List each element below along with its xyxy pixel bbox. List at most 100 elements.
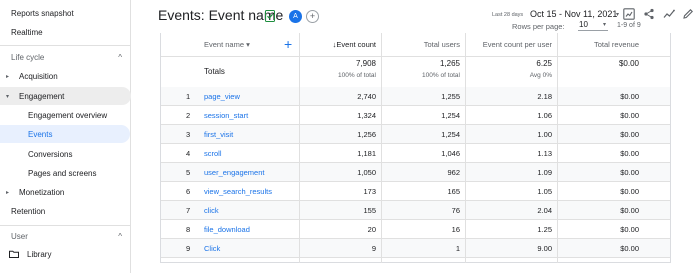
- cell-total-revenue: $0.00: [620, 130, 639, 139]
- cell-total-revenue: $0.00: [620, 168, 639, 177]
- insights-icon[interactable]: [663, 8, 675, 20]
- column-divider: [381, 33, 382, 263]
- cell-event-name-link[interactable]: click: [204, 201, 219, 220]
- cell-row-index: 1: [186, 92, 191, 101]
- cell-total-users: 76: [451, 206, 460, 215]
- cell-total-users: 165: [447, 187, 460, 196]
- chevron-down-icon: ▾: [602, 22, 606, 28]
- cell-row-index: 5: [186, 168, 191, 177]
- column-header-total-revenue[interactable]: Total revenue: [594, 33, 639, 57]
- cell-event-name-link[interactable]: file_download: [204, 220, 250, 239]
- compare-icon[interactable]: [623, 8, 635, 20]
- cell-total-revenue: $0.00: [620, 149, 639, 158]
- check-doc-icon[interactable]: [265, 10, 275, 22]
- sidebar-item-monetization[interactable]: ▸ Monetization: [0, 183, 131, 201]
- add-dimension-button[interactable]: +: [284, 36, 292, 52]
- sidebar-item-label: Events: [28, 129, 53, 139]
- edit-icon[interactable]: [682, 8, 694, 20]
- cell-per-user: 1.25: [537, 225, 552, 234]
- cell-row-index: 2: [186, 111, 191, 120]
- sidebar-item-engagement[interactable]: ▾ Engagement: [0, 87, 131, 105]
- cell-row-index: 9: [186, 244, 191, 253]
- cell-row-index: 8: [186, 225, 191, 234]
- cell-per-user: 9.00: [537, 244, 552, 253]
- cell-total-users: 16: [451, 225, 460, 234]
- sidebar-item-pages-and-screens[interactable]: Pages and screens: [0, 164, 130, 182]
- cell-event-count: 1,181: [357, 149, 376, 158]
- table-row: 5 user_engagement 1,050 962 1.09 $0.00: [161, 163, 670, 182]
- column-header-total-users[interactable]: Total users: [424, 33, 460, 57]
- totals-total-users: 1,265: [439, 59, 460, 68]
- rows-per-page-select[interactable]: 10 ▾: [578, 20, 608, 31]
- column-header-event-name[interactable]: Event name ▾: [204, 33, 250, 57]
- column-header-event-count-per-user[interactable]: Event count per user: [483, 33, 552, 57]
- cell-event-name-link[interactable]: first_visit: [204, 125, 233, 144]
- cell-event-name-link[interactable]: Click: [204, 239, 220, 258]
- cell-per-user: 1.13: [537, 149, 552, 158]
- column-divider: [465, 33, 466, 263]
- cell-event-name-link[interactable]: page_view: [204, 87, 240, 106]
- header-divider: [161, 56, 670, 57]
- cell-event-name-link[interactable]: session_start: [204, 106, 248, 125]
- column-divider: [557, 33, 558, 263]
- cell-total-revenue: $0.00: [620, 92, 639, 101]
- sidebar-item-events[interactable]: Events: [0, 125, 130, 143]
- sidebar-item-label: Pages and screens: [28, 168, 97, 178]
- cell-total-users: 1,254: [441, 111, 460, 120]
- add-comparison-button[interactable]: +: [306, 10, 319, 23]
- chevron-right-icon: ▸: [6, 189, 10, 196]
- cell-per-user: 2.04: [537, 206, 552, 215]
- folder-icon: [9, 250, 19, 258]
- chevron-down-icon: ▾: [6, 93, 10, 100]
- cell-total-users: 962: [447, 168, 460, 177]
- totals-per-user-avg: Avg 0%: [529, 72, 552, 79]
- cell-event-count: 1,256: [357, 130, 376, 139]
- chevron-up-icon[interactable]: ^: [118, 232, 122, 241]
- totals-event-count-percent: 100% of total: [338, 72, 376, 79]
- sidebar-item-label: Acquisition: [19, 71, 58, 81]
- sidebar-item-retention[interactable]: Retention: [11, 202, 45, 220]
- totals-label: Totals: [204, 67, 225, 76]
- report-header: Events: Event name A + Last 28 days Oct …: [131, 0, 700, 35]
- cell-total-users: 1: [455, 244, 460, 253]
- cell-total-revenue: $0.00: [620, 206, 639, 215]
- cell-event-name-link[interactable]: user_engagement: [204, 163, 264, 182]
- sidebar-item-library[interactable]: Library: [0, 245, 131, 263]
- cell-event-name-link[interactable]: scroll: [204, 144, 222, 163]
- share-icon[interactable]: [643, 8, 655, 20]
- cell-per-user: 1.05: [537, 187, 552, 196]
- sidebar-item-realtime[interactable]: Realtime: [11, 23, 43, 41]
- chevron-up-icon[interactable]: ^: [118, 53, 122, 62]
- sidebar-item-label: Retention: [11, 206, 46, 216]
- cell-total-users: 1,046: [441, 149, 460, 158]
- section-heading-user: User: [11, 232, 28, 241]
- sidebar-item-conversions[interactable]: Conversions: [0, 145, 130, 163]
- chevron-right-icon: ▸: [6, 73, 10, 80]
- pagination-text: 1-9 of 9: [617, 22, 641, 29]
- cell-event-name-link[interactable]: view_search_results: [204, 182, 272, 201]
- totals-revenue: $0.00: [618, 59, 639, 68]
- totals-total-users-percent: 100% of total: [422, 72, 460, 79]
- cell-event-count: 1,324: [357, 111, 376, 120]
- sidebar-item-acquisition[interactable]: ▸ Acquisition: [0, 67, 131, 85]
- date-preset-label: Last 28 days: [492, 12, 524, 18]
- sidebar: Reports snapshot Realtime Life cycle ^ ▸…: [0, 0, 131, 273]
- sidebar-item-reports-snapshot[interactable]: Reports snapshot: [11, 4, 74, 22]
- table-row: 1 page_view 2,740 1,255 2.18 $0.00: [161, 87, 670, 106]
- sidebar-item-engagement-overview[interactable]: Engagement overview: [0, 106, 130, 124]
- totals-per-user: 6.25: [536, 59, 552, 68]
- table-row: 8 file_download 20 16 1.25 $0.00: [161, 220, 670, 239]
- table-row: 6 view_search_results 173 165 1.05 $0.00: [161, 182, 670, 201]
- cell-total-users: 1,255: [441, 92, 460, 101]
- column-header-event-count[interactable]: ↓Event count: [333, 33, 376, 57]
- table-row: 7 click 155 76 2.04 $0.00: [161, 201, 670, 220]
- date-range-selector[interactable]: Oct 15 - Nov 11, 2021: [530, 9, 617, 19]
- avatar[interactable]: A: [289, 10, 302, 23]
- events-table: Event name ▾ + ↓Event count Total users …: [160, 33, 671, 263]
- cell-row-index: 6: [186, 187, 191, 196]
- sidebar-item-label: Engagement overview: [28, 110, 108, 120]
- cell-total-users: 1,254: [441, 130, 460, 139]
- table-row: 9 Click 9 1 9.00 $0.00: [161, 239, 670, 258]
- chevron-down-icon[interactable]: ▾: [616, 11, 619, 18]
- table-row: 2 session_start 1,324 1,254 1.06 $0.00: [161, 106, 670, 125]
